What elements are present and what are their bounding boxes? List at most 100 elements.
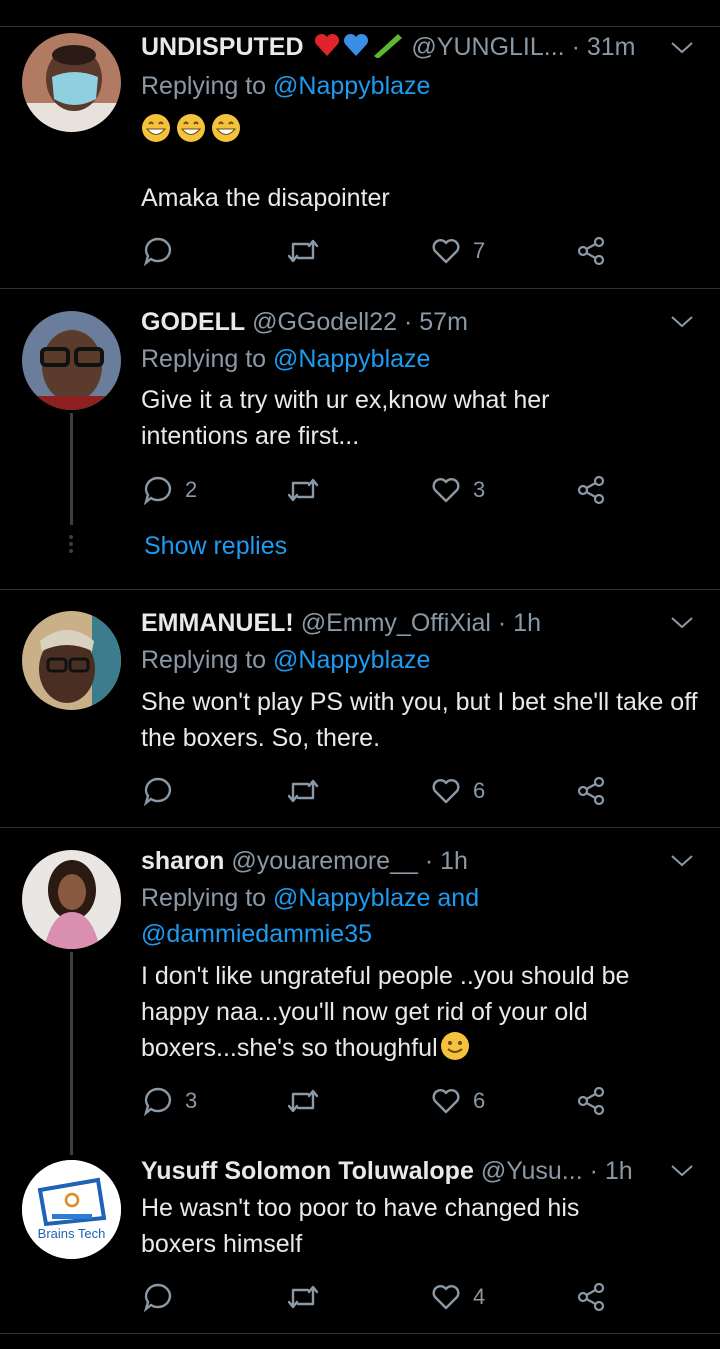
user-handle[interactable]: @GGodell22	[252, 308, 397, 336]
heart-icon	[432, 779, 460, 804]
retweet-button[interactable]	[286, 1281, 332, 1313]
tweet-text: He wasn't too poor to have changed his b…	[141, 1194, 580, 1258]
avatar[interactable]	[22, 611, 121, 710]
heart-icon	[432, 1089, 460, 1114]
like-button[interactable]: 7	[431, 235, 485, 267]
reply-button[interactable]	[143, 1281, 185, 1313]
display-name[interactable]: Yusuff Solomon Toluwalope	[141, 1157, 474, 1185]
display-name[interactable]: EMMANUEL!	[141, 609, 294, 637]
chevron-down-icon[interactable]	[670, 1163, 694, 1179]
avatar[interactable]	[22, 311, 121, 410]
top-divider	[0, 26, 720, 27]
like-button[interactable]: 6	[431, 1085, 485, 1117]
like-button[interactable]: 3	[431, 474, 485, 506]
replying-to: Replying to @Nappyblaze	[141, 341, 430, 377]
reply-button[interactable]	[143, 775, 185, 807]
red-heart-icon	[315, 33, 340, 56]
user-handle[interactable]: @Emmy_OffiXial	[301, 609, 491, 637]
tweet-header: UNDISPUTED @YUNGLIL... · 31m	[141, 32, 680, 65]
tweet-text: Give it a try with ur ex,know what her i…	[141, 386, 550, 450]
share-button[interactable]	[576, 235, 606, 267]
mention-link[interactable]: @dammiedammie35	[141, 920, 372, 948]
timestamp[interactable]: · 31m	[572, 33, 636, 61]
retweet-button[interactable]	[286, 474, 332, 506]
heart-icon	[432, 478, 460, 503]
mention-link[interactable]: @Nappyblaze	[273, 646, 430, 674]
replying-prefix: Replying to	[141, 646, 267, 674]
replying-prefix: Replying to	[141, 884, 267, 912]
share-button[interactable]	[576, 1281, 606, 1313]
tweet-divider	[0, 827, 720, 828]
tweet-actions: 3 6	[141, 1085, 611, 1117]
share-icon	[577, 475, 605, 505]
grinning-face-icon	[177, 114, 205, 142]
chevron-down-icon[interactable]	[670, 314, 694, 330]
share-button[interactable]	[576, 775, 606, 807]
tweet-divider	[0, 288, 720, 289]
share-icon	[577, 236, 605, 266]
retweet-button[interactable]	[286, 775, 332, 807]
like-count: 7	[473, 238, 486, 263]
retweet-icon	[287, 478, 319, 502]
slightly-smiling-face-icon	[440, 1032, 469, 1060]
tweet-divider	[0, 589, 720, 590]
display-name[interactable]: GODELL	[141, 308, 245, 336]
user-handle[interactable]: @youaremore__	[231, 847, 418, 875]
thread-line	[70, 952, 73, 1155]
replying-prefix: Replying to	[141, 72, 267, 100]
retweet-button[interactable]	[286, 235, 332, 267]
share-icon	[577, 776, 605, 806]
reply-count: 2	[185, 477, 198, 502]
reply-icon	[143, 1087, 172, 1116]
like-count: 6	[473, 1088, 486, 1113]
tweet-actions: 6	[141, 775, 611, 807]
user-handle[interactable]: @Yusu...	[481, 1157, 583, 1185]
share-button[interactable]	[576, 474, 606, 506]
chevron-down-icon[interactable]	[670, 615, 694, 631]
like-count: 6	[473, 778, 486, 803]
tweet-header: Yusuff Solomon Toluwalope @Yusu... · 1h	[141, 1156, 680, 1186]
reply-button[interactable]	[143, 235, 185, 267]
tweet-text: She won't play PS with you, but I bet sh…	[141, 688, 698, 752]
avatar[interactable]	[22, 33, 121, 132]
reply-icon	[143, 237, 172, 266]
like-count: 4	[473, 1284, 486, 1309]
blue-heart-icon	[344, 33, 369, 56]
show-replies-link[interactable]: Show replies	[144, 532, 287, 561]
timestamp[interactable]: · 1h	[425, 847, 468, 875]
timestamp[interactable]: · 57m	[404, 308, 468, 336]
timestamp[interactable]: · 1h	[498, 609, 541, 637]
reply-icon	[143, 1283, 172, 1312]
tweet-emojis	[141, 113, 700, 145]
tweet-header: sharon @youaremore__ · 1h	[141, 846, 680, 876]
mention-link[interactable]: @Nappyblaze	[273, 72, 430, 100]
like-count: 3	[473, 477, 486, 502]
replying-to: Replying to @Nappyblaze	[141, 68, 430, 104]
reply-button[interactable]: 2	[143, 474, 197, 506]
mention-link[interactable]: @Nappyblaze	[273, 345, 430, 373]
retweet-button[interactable]	[286, 1085, 332, 1117]
tweet-actions: 4	[141, 1281, 611, 1313]
reply-icon	[143, 476, 172, 505]
chevron-down-icon[interactable]	[670, 853, 694, 869]
share-button[interactable]	[576, 1085, 606, 1117]
display-name[interactable]: UNDISPUTED	[141, 33, 304, 61]
user-handle[interactable]: @YUNGLIL...	[411, 33, 564, 61]
reply-icon	[143, 777, 172, 806]
avatar[interactable]	[22, 850, 121, 949]
tweet-header: GODELL @GGodell22 · 57m	[141, 307, 680, 337]
chevron-down-icon[interactable]	[670, 40, 694, 56]
like-button[interactable]: 6	[431, 775, 485, 807]
replying-to: Replying to @Nappyblaze	[141, 642, 430, 678]
avatar[interactable]: Brains Tech	[22, 1160, 121, 1259]
display-name[interactable]: sharon	[141, 847, 224, 875]
bottom-divider	[0, 1333, 720, 1334]
like-button[interactable]: 4	[431, 1281, 485, 1313]
retweet-icon	[287, 1089, 319, 1113]
thread-line	[70, 413, 73, 525]
timestamp[interactable]: · 1h	[590, 1157, 633, 1185]
reply-button[interactable]: 3	[143, 1085, 197, 1117]
tweet-text: Amaka the disapointer	[141, 184, 390, 212]
mention-link[interactable]: @Nappyblaze and	[273, 884, 479, 912]
thread-dots	[68, 535, 75, 556]
